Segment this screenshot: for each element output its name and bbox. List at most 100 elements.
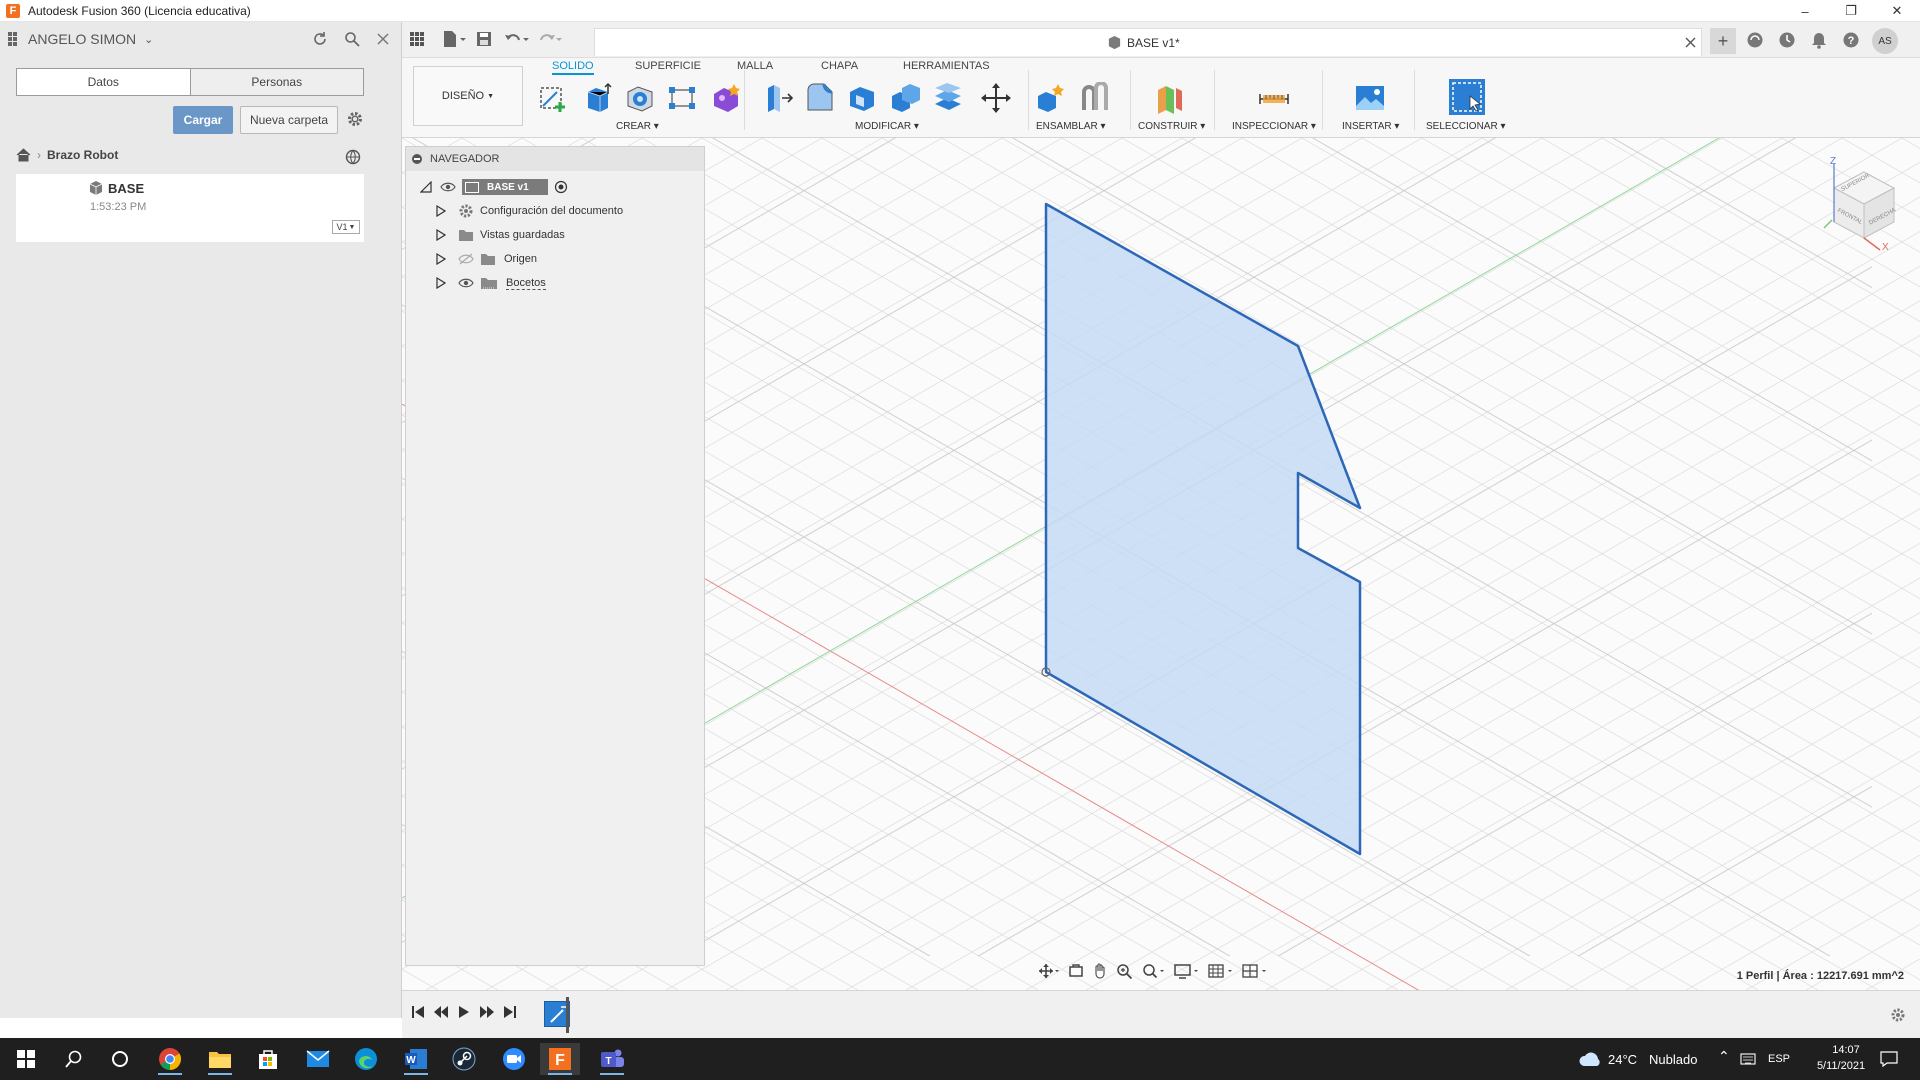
tab-solido[interactable]: SOLIDO bbox=[552, 60, 594, 75]
navigator-header[interactable]: NAVEGADOR bbox=[406, 147, 704, 171]
offset-plane-icon[interactable] bbox=[1154, 82, 1186, 114]
create-sketch-icon[interactable] bbox=[538, 82, 570, 114]
visibility-eye-icon[interactable] bbox=[440, 181, 456, 193]
activate-radio-icon[interactable] bbox=[554, 180, 568, 194]
tab-herramientas[interactable]: HERRAMIENTAS bbox=[903, 60, 990, 72]
redo-icon[interactable] bbox=[536, 30, 562, 48]
globe-icon[interactable] bbox=[345, 149, 361, 165]
grid-settings-icon[interactable] bbox=[1208, 963, 1234, 979]
tab-malla[interactable]: MALLA bbox=[737, 60, 773, 72]
extrude-icon[interactable] bbox=[582, 82, 614, 114]
file-menu-icon[interactable] bbox=[442, 30, 466, 48]
revolve-icon[interactable] bbox=[624, 82, 656, 114]
taskbar-search-icon[interactable] bbox=[54, 1043, 94, 1075]
pan-icon[interactable] bbox=[1092, 963, 1108, 979]
version-badge[interactable]: V1 ▼ bbox=[332, 220, 360, 234]
new-tab-icon[interactable]: + bbox=[1710, 28, 1736, 54]
settings-gear-icon[interactable] bbox=[346, 110, 364, 128]
expand-arrow-icon[interactable] bbox=[436, 229, 446, 241]
expand-arrow-icon[interactable] bbox=[436, 253, 446, 265]
combine-icon[interactable] bbox=[890, 82, 922, 114]
group-label-inspeccionar[interactable]: INSPECCIONAR ▾ bbox=[1232, 121, 1316, 132]
shell-icon[interactable] bbox=[846, 82, 878, 114]
chrome-icon[interactable] bbox=[150, 1043, 190, 1075]
notifications-center-icon[interactable] bbox=[1880, 1051, 1898, 1067]
navigator-item-origin[interactable]: Origen bbox=[436, 249, 537, 269]
teams-icon[interactable]: T bbox=[592, 1043, 632, 1075]
word-icon[interactable]: W bbox=[396, 1043, 436, 1075]
tray-chevron-up-icon[interactable]: ⌃ bbox=[1718, 1048, 1730, 1065]
navigator-item-sketches[interactable]: Bocetos bbox=[436, 273, 546, 293]
navigator-item-document-settings[interactable]: Configuración del documento bbox=[436, 201, 623, 221]
apps-grid-icon[interactable] bbox=[8, 32, 22, 46]
play-icon[interactable] bbox=[458, 1005, 470, 1019]
new-component-icon[interactable] bbox=[1034, 82, 1066, 114]
extensions-icon[interactable] bbox=[1746, 31, 1764, 49]
step-forward-icon[interactable] bbox=[480, 1005, 494, 1019]
zoom-icon[interactable] bbox=[1116, 963, 1134, 979]
visibility-hidden-eye-icon[interactable] bbox=[458, 253, 474, 265]
search-icon[interactable] bbox=[344, 31, 360, 47]
collapse-navigator-icon[interactable] bbox=[412, 154, 422, 164]
expand-arrow-icon[interactable] bbox=[436, 277, 446, 289]
step-back-icon[interactable] bbox=[434, 1005, 448, 1019]
windows-start-icon[interactable] bbox=[6, 1043, 46, 1075]
navigator-root-row[interactable]: BASE v1 bbox=[420, 177, 568, 197]
group-label-seleccionar[interactable]: SELECCIONAR ▾ bbox=[1426, 121, 1506, 132]
refresh-icon[interactable] bbox=[312, 31, 328, 47]
tab-personas[interactable]: Personas bbox=[191, 69, 364, 95]
select-icon[interactable] bbox=[1448, 78, 1486, 116]
navigator-item-saved-views[interactable]: Vistas guardadas bbox=[436, 225, 565, 245]
chevron-down-icon[interactable]: ⌄ bbox=[144, 33, 153, 46]
weather-text[interactable]: Nublado bbox=[1649, 1052, 1697, 1067]
file-explorer-icon[interactable] bbox=[200, 1043, 240, 1075]
edge-icon[interactable] bbox=[346, 1043, 386, 1075]
minimize-icon[interactable]: – bbox=[1782, 0, 1828, 22]
expand-arrow-icon[interactable] bbox=[436, 205, 446, 217]
fusion360-taskbar-icon[interactable]: F bbox=[540, 1043, 580, 1075]
viewports-icon[interactable] bbox=[1242, 963, 1268, 979]
group-label-construir[interactable]: CONSTRUIR ▾ bbox=[1138, 121, 1205, 132]
timeline-marker[interactable] bbox=[566, 997, 569, 1033]
notifications-bell-icon[interactable] bbox=[1810, 31, 1828, 49]
workspace-switcher[interactable]: DISEÑO ▼ bbox=[413, 66, 523, 126]
go-to-end-icon[interactable] bbox=[504, 1005, 516, 1019]
group-label-insertar[interactable]: INSERTAR ▾ bbox=[1342, 121, 1399, 132]
document-tab[interactable]: BASE v1* bbox=[594, 28, 1702, 56]
home-icon[interactable] bbox=[16, 148, 31, 162]
zoom-app-icon[interactable] bbox=[494, 1043, 534, 1075]
root-component-label[interactable]: BASE v1 bbox=[462, 179, 548, 195]
undo-icon[interactable] bbox=[504, 30, 530, 48]
measure-icon[interactable] bbox=[1258, 82, 1290, 114]
close-tab-icon[interactable] bbox=[1685, 37, 1696, 48]
weather-cloud-icon[interactable] bbox=[1578, 1051, 1602, 1067]
cortana-icon[interactable] bbox=[100, 1043, 140, 1075]
close-panel-icon[interactable] bbox=[376, 32, 390, 46]
restore-icon[interactable]: ❐ bbox=[1828, 0, 1874, 22]
new-folder-button[interactable]: Nueva carpeta bbox=[240, 106, 338, 134]
weather-temp[interactable]: 24°C bbox=[1608, 1052, 1637, 1067]
keyboard-icon[interactable] bbox=[1740, 1052, 1756, 1066]
move-icon[interactable] bbox=[980, 82, 1012, 114]
ms-store-icon[interactable] bbox=[248, 1043, 288, 1075]
visibility-eye-icon[interactable] bbox=[458, 277, 474, 289]
viewcube[interactable]: SUPERIOR FRONTAL DERECHA Z X bbox=[1814, 156, 1914, 258]
tab-datos[interactable]: Datos bbox=[17, 69, 191, 95]
press-pull-icon[interactable] bbox=[762, 82, 794, 114]
save-icon[interactable] bbox=[476, 31, 492, 47]
fillet-icon[interactable] bbox=[804, 82, 836, 114]
breadcrumb-project[interactable]: Brazo Robot bbox=[47, 148, 118, 162]
clock-date[interactable]: 5/11/2021 bbox=[1806, 1060, 1876, 1072]
tab-chapa[interactable]: CHAPA bbox=[821, 60, 858, 72]
tab-superficie[interactable]: SUPERFICIE bbox=[635, 60, 701, 72]
joint-icon[interactable] bbox=[1078, 82, 1110, 114]
language-indicator[interactable]: ESP bbox=[1768, 1053, 1790, 1065]
job-status-icon[interactable] bbox=[1778, 31, 1796, 49]
upload-button[interactable]: Cargar bbox=[173, 106, 233, 134]
look-at-icon[interactable] bbox=[1068, 963, 1084, 979]
orbit-icon[interactable] bbox=[1038, 963, 1060, 979]
data-panel-toggle-icon[interactable] bbox=[410, 32, 424, 46]
group-label-ensamblar[interactable]: ENSAMBLAR ▾ bbox=[1036, 121, 1106, 132]
display-settings-icon[interactable] bbox=[1174, 963, 1200, 979]
expand-root-icon[interactable] bbox=[420, 181, 432, 193]
